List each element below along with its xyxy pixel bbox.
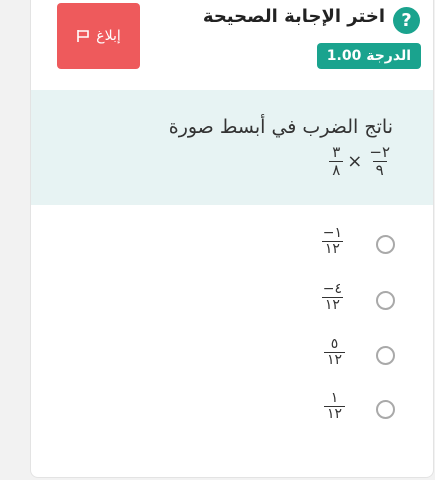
answer-option[interactable]: −٤ ١٢ xyxy=(31,280,433,324)
operand-fraction-1: −٢ ٩ xyxy=(366,144,393,178)
option-fraction: ٥ ١٢ xyxy=(323,336,345,369)
help-icon[interactable]: ? xyxy=(393,7,420,34)
fraction-numerator: ٥ xyxy=(330,336,339,352)
operand-fraction-2: ٣ ٨ xyxy=(329,143,344,179)
option-fraction: −١ ١٢ xyxy=(320,225,345,258)
answer-option[interactable]: ٥ ١٢ xyxy=(31,335,433,379)
question-text: ناتج الضرب في أبسط صورة xyxy=(168,116,393,138)
fraction-denominator: ١٢ xyxy=(323,406,345,422)
fraction-denominator: ١٢ xyxy=(321,241,343,257)
grade-badge: الدرجة 1.00 xyxy=(316,43,421,69)
fraction-numerator: ٣ xyxy=(332,143,341,161)
fraction-denominator: ١٢ xyxy=(321,297,343,313)
radio-button[interactable] xyxy=(376,291,395,310)
radio-button[interactable] xyxy=(376,346,395,365)
fraction-numerator: −٢ xyxy=(369,143,390,161)
fraction-numerator: −١ xyxy=(322,225,342,241)
question-panel: ناتج الضرب في أبسط صورة ٣ ٨ × −٢ ٩ xyxy=(31,90,433,205)
answer-option[interactable]: −١ ١٢ xyxy=(31,224,433,268)
question-card: ? اختر الإجابة الصحيحة الدرجة 1.00 إبلاغ… xyxy=(30,0,434,478)
fraction-numerator: ١ xyxy=(330,390,339,406)
radio-button[interactable] xyxy=(376,400,395,419)
multiply-sign: × xyxy=(347,150,363,172)
fraction-numerator: −٤ xyxy=(322,281,342,297)
fraction-denominator: ٩ xyxy=(372,160,387,179)
question-expression: ٣ ٨ × −٢ ٩ xyxy=(329,144,393,178)
fraction-denominator: ١٢ xyxy=(323,352,345,368)
option-fraction: ١ ١٢ xyxy=(323,390,345,423)
report-label: إبلاغ xyxy=(96,28,121,44)
answer-option[interactable]: ١ ١٢ xyxy=(31,389,433,433)
option-fraction: −٤ ١٢ xyxy=(320,281,345,314)
report-button[interactable]: إبلاغ xyxy=(57,3,140,69)
radio-button[interactable] xyxy=(376,235,395,254)
flag-icon xyxy=(77,30,90,42)
fraction-denominator: ٨ xyxy=(329,160,344,179)
question-instruction: اختر الإجابة الصحيحة xyxy=(202,6,385,27)
